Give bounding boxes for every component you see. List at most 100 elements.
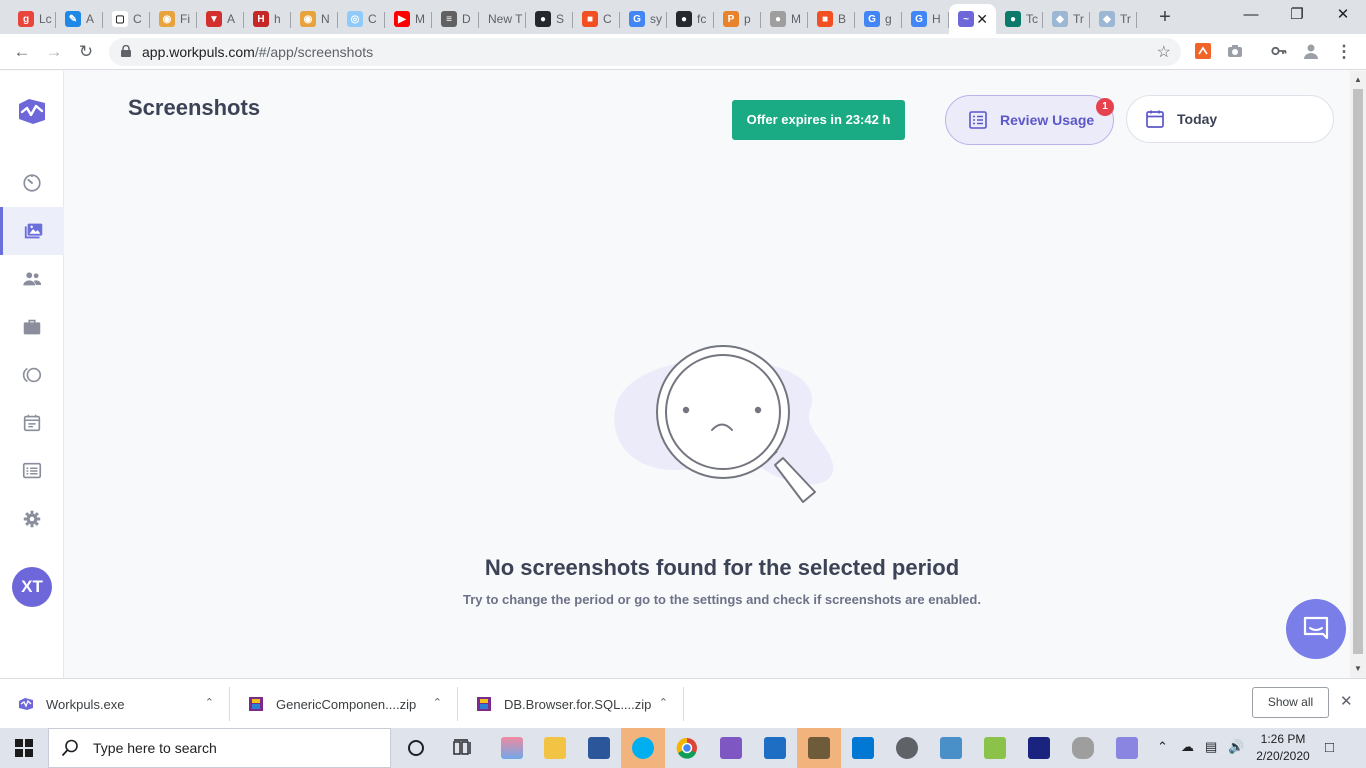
browser-tab[interactable]: ● M — [761, 4, 808, 34]
taskbar-app[interactable] — [841, 728, 885, 768]
browser-tab[interactable]: ● S — [526, 4, 573, 34]
scroll-thumb[interactable] — [1353, 89, 1363, 654]
scroll-down-icon[interactable]: ▼ — [1354, 664, 1362, 673]
minimize-button[interactable]: — — [1228, 0, 1274, 30]
sidebar-item-productivity[interactable] — [0, 351, 64, 399]
taskbar-app[interactable] — [709, 728, 753, 768]
taskbar-app[interactable] — [1105, 728, 1149, 768]
taskbar-app[interactable] — [797, 728, 841, 768]
screenshots-icon — [24, 223, 42, 239]
maximize-button[interactable]: ❐ — [1274, 0, 1320, 30]
scroll-up-icon[interactable]: ▲ — [1354, 75, 1362, 84]
page-scrollbar[interactable]: ▲ ▼ — [1350, 71, 1366, 678]
browser-tab[interactable]: Gg — [855, 4, 902, 34]
browser-tab[interactable]: GH — [902, 4, 949, 34]
browser-tab[interactable]: ◉ N — [291, 4, 338, 34]
cortana-button[interactable] — [394, 728, 438, 768]
browser-tab[interactable]: ◉ Fi — [150, 4, 197, 34]
workpuls-logo-icon[interactable] — [16, 96, 48, 126]
camera-icon[interactable] — [1227, 43, 1243, 59]
sidebar-item-timer[interactable] — [0, 159, 64, 207]
bookmark-star-icon[interactable]: ☆ — [1157, 42, 1171, 62]
forward-button[interactable]: → — [42, 40, 66, 64]
task-view-button[interactable] — [441, 728, 485, 768]
browser-tab[interactable]: Hh — [244, 4, 291, 34]
show-all-downloads-button[interactable]: Show all — [1252, 687, 1329, 718]
taskbar-app[interactable] — [533, 728, 577, 768]
browser-tab[interactable]: ▶ M — [385, 4, 432, 34]
chevron-up-icon[interactable]: ⌃ — [433, 696, 442, 709]
taskbar-app[interactable] — [753, 728, 797, 768]
reload-button[interactable]: ↻ — [74, 40, 98, 64]
tab-favicon-icon: ● — [676, 11, 692, 27]
sidebar-item-people[interactable] — [0, 255, 64, 303]
browser-tab[interactable]: ● Tc — [996, 4, 1043, 34]
tab-title: B — [838, 12, 847, 26]
profile-icon[interactable] — [1303, 43, 1319, 59]
date-picker-button[interactable]: Today — [1126, 95, 1334, 143]
browser-menu-icon[interactable]: ⋮ — [1332, 40, 1356, 64]
system-clock[interactable]: 1:26 PM 2/20/2020 — [1252, 731, 1314, 765]
close-window-button[interactable]: ✕ — [1320, 0, 1366, 30]
browser-tab[interactable]: ● fc — [667, 4, 714, 34]
back-button[interactable]: ← — [10, 40, 34, 64]
taskbar-app[interactable] — [665, 728, 709, 768]
start-button[interactable] — [0, 728, 48, 768]
browser-tab[interactable]: New T — [479, 4, 526, 34]
tab-close-icon[interactable]: ✕ — [976, 11, 988, 28]
browser-tab[interactable]: g Lc — [9, 4, 56, 34]
browser-tab[interactable]: Pp — [714, 4, 761, 34]
taskbar-app[interactable] — [1061, 728, 1105, 768]
sidebar-item-reports[interactable] — [0, 447, 64, 495]
sidebar-item-calendar[interactable] — [0, 399, 64, 447]
taskbar-app[interactable] — [885, 728, 929, 768]
task-view-icon — [453, 739, 471, 755]
taskbar-app[interactable] — [1017, 728, 1061, 768]
download-item[interactable]: Workpuls.exe ⌃ — [0, 679, 230, 729]
download-item[interactable]: GenericComponen....zip ⌃ — [230, 679, 458, 729]
tab-favicon-icon: P — [723, 11, 739, 27]
tab-favicon-icon: ■ — [817, 11, 833, 27]
chat-launcher-button[interactable] — [1286, 599, 1346, 659]
sidebar-item-screenshots[interactable] — [0, 207, 64, 255]
tray-expand-icon[interactable]: ⌃ — [1157, 739, 1168, 755]
notifications-icon[interactable]: □ — [1325, 739, 1334, 756]
taskbar-search-input[interactable]: Type here to search — [48, 728, 391, 768]
sidebar-item-settings[interactable] — [0, 495, 64, 543]
taskbar-app[interactable] — [621, 728, 665, 768]
browser-tab[interactable]: ◎ C — [338, 4, 385, 34]
download-item[interactable]: DB.Browser.for.SQL....zip ⌃ — [458, 679, 684, 729]
review-usage-button[interactable]: Review Usage 1 — [945, 95, 1114, 145]
new-tab-button[interactable]: + — [1151, 4, 1179, 30]
onedrive-icon[interactable]: ☁ — [1181, 739, 1194, 755]
taskbar-app[interactable] — [490, 728, 534, 768]
chevron-up-icon[interactable]: ⌃ — [205, 696, 214, 709]
close-downloads-icon[interactable]: ✕ — [1340, 692, 1353, 710]
browser-tab[interactable]: ◆ Tr — [1090, 4, 1137, 34]
volume-icon[interactable]: 🔊 — [1228, 739, 1244, 755]
network-icon[interactable]: ▤ — [1205, 739, 1217, 755]
browser-tab[interactable]: ■ C — [573, 4, 620, 34]
extension-icon[interactable] — [1195, 43, 1211, 59]
browser-tab[interactable]: ▢ C — [103, 4, 150, 34]
chevron-up-icon[interactable]: ⌃ — [659, 696, 668, 709]
browser-tab[interactable]: ◆ Tr — [1043, 4, 1090, 34]
address-bar[interactable]: app.workpuls.com/#/app/screenshots ☆ — [109, 38, 1181, 66]
browser-tab[interactable]: ≡ D — [432, 4, 479, 34]
tab-title: D — [462, 12, 471, 26]
sidebar-item-projects[interactable] — [0, 303, 64, 351]
briefcase-icon — [23, 319, 41, 335]
key-icon[interactable] — [1271, 43, 1287, 59]
taskbar-app[interactable] — [929, 728, 973, 768]
taskbar-app[interactable] — [973, 728, 1017, 768]
user-avatar[interactable]: XT — [12, 567, 52, 607]
taskbar-app[interactable] — [577, 728, 621, 768]
offer-button[interactable]: Offer expires in 23:42 h — [732, 100, 905, 140]
tab-favicon-icon: ✎ — [65, 11, 81, 27]
browser-tab[interactable]: ~ ✕ — [949, 4, 996, 34]
tab-title: C — [133, 12, 142, 26]
browser-tab[interactable]: ■ B — [808, 4, 855, 34]
browser-tab[interactable]: ▼ A — [197, 4, 244, 34]
browser-tab[interactable]: Gsy — [620, 4, 667, 34]
browser-tab[interactable]: ✎ A — [56, 4, 103, 34]
